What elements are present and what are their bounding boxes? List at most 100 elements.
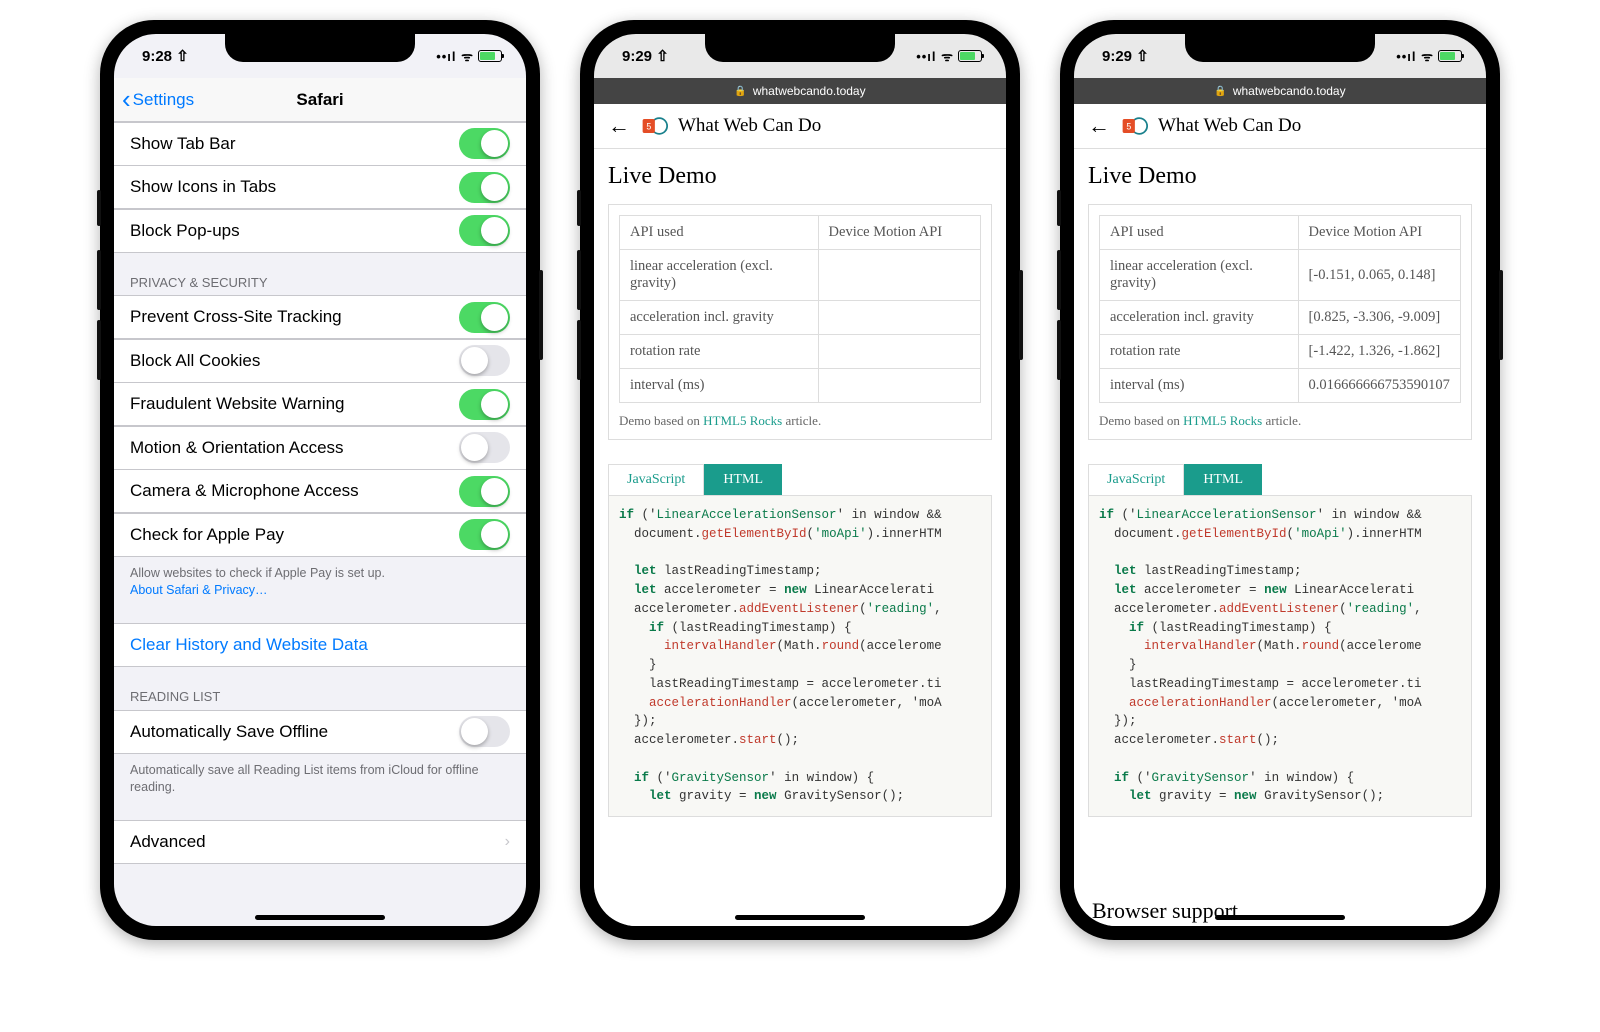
- status-time: 9:29 ⇧: [1102, 47, 1149, 65]
- toggle[interactable]: [459, 716, 510, 747]
- table-cell: [0.825, -3.306, -9.009]: [1298, 301, 1460, 335]
- mute-switch: [1057, 190, 1061, 226]
- settings-row[interactable]: Show Icons in Tabs: [114, 165, 526, 209]
- home-indicator[interactable]: [255, 915, 385, 920]
- status-icons: ••ıl ᯤ: [1396, 47, 1462, 65]
- table-cell: Device Motion API: [1298, 216, 1460, 250]
- toggle[interactable]: [459, 389, 510, 420]
- nav-bar: ‹ Settings Safari: [114, 78, 526, 122]
- table-cell: acceleration incl. gravity: [1100, 301, 1299, 335]
- lock-icon: 🔒: [734, 86, 746, 97]
- url-text: whatwebcando.today: [1233, 84, 1346, 98]
- code-tabs: JavaScript HTML: [1088, 464, 1472, 495]
- code-block: if ('LinearAccelerationSensor' in window…: [608, 495, 992, 817]
- svg-text:5: 5: [1126, 122, 1131, 132]
- page-body[interactable]: Live Demo API usedDevice Motion APIlinea…: [594, 149, 1006, 926]
- table-cell: rotation rate: [1100, 335, 1299, 369]
- settings-row[interactable]: Motion & Orientation Access: [114, 426, 526, 470]
- table-cell: [818, 301, 980, 335]
- status-icons: ••ıl ᯤ: [436, 47, 502, 65]
- toggle[interactable]: [459, 215, 510, 246]
- toggle[interactable]: [459, 476, 510, 507]
- url-bar[interactable]: 🔒 whatwebcando.today: [1074, 78, 1486, 104]
- table-cell: [818, 250, 980, 301]
- tab-html[interactable]: HTML: [1184, 464, 1262, 495]
- settings-row[interactable]: Camera & Microphone Access: [114, 469, 526, 513]
- clear-history-row[interactable]: Clear History and Website Data: [114, 623, 526, 667]
- tab-html[interactable]: HTML: [704, 464, 782, 495]
- toggle[interactable]: [459, 172, 510, 203]
- heading-live-demo: Live Demo: [1088, 163, 1472, 190]
- side-button: [1019, 270, 1023, 360]
- table-cell: [-1.422, 1.326, -1.862]: [1298, 335, 1460, 369]
- volume-down: [577, 320, 581, 380]
- volume-up: [577, 250, 581, 310]
- table-cell: [818, 335, 980, 369]
- demo-box: API usedDevice Motion APIlinear accelera…: [608, 204, 992, 440]
- row-label: Show Icons in Tabs: [130, 177, 276, 197]
- status-time: 9:29 ⇧: [622, 47, 669, 65]
- volume-up: [1057, 250, 1061, 310]
- settings-row[interactable]: Automatically Save Offline: [114, 710, 526, 754]
- volume-down: [97, 320, 101, 380]
- toggle[interactable]: [459, 432, 510, 463]
- toggle[interactable]: [459, 345, 510, 376]
- settings-list[interactable]: Show Tab Bar Show Icons in Tabs Block Pop-…: [114, 122, 526, 926]
- site-logo-icon: 5: [640, 112, 668, 140]
- settings-row[interactable]: Show Tab Bar: [114, 122, 526, 166]
- nav-back-button[interactable]: ‹ Settings: [114, 84, 194, 115]
- back-arrow-icon[interactable]: ←: [1088, 113, 1110, 139]
- url-bar[interactable]: 🔒 whatwebcando.today: [594, 78, 1006, 104]
- settings-row[interactable]: Block Pop-ups: [114, 209, 526, 253]
- site-header: ← 5 What Web Can Do: [1074, 104, 1486, 149]
- html5rocks-link[interactable]: HTML5 Rocks: [703, 413, 782, 428]
- group-header-reading: Reading List: [114, 667, 526, 710]
- html5rocks-link[interactable]: HTML5 Rocks: [1183, 413, 1262, 428]
- phone-frame-demo-allowed: 9:29 ⇧ ••ıl ᯤ 🔒 whatwebcando.today ← 5 W…: [1060, 20, 1500, 940]
- toggle[interactable]: [459, 302, 510, 333]
- table-cell: [818, 369, 980, 403]
- mute-switch: [577, 190, 581, 226]
- site-logo-icon: 5: [1120, 112, 1148, 140]
- back-arrow-icon[interactable]: ←: [608, 113, 630, 139]
- heading-live-demo: Live Demo: [608, 163, 992, 190]
- table-cell: rotation rate: [620, 335, 819, 369]
- table-cell: [-0.151, 0.065, 0.148]: [1298, 250, 1460, 301]
- home-indicator[interactable]: [1215, 915, 1345, 920]
- url-text: whatwebcando.today: [753, 84, 866, 98]
- table-cell: 0.016666666753590107: [1298, 369, 1460, 403]
- tab-javascript[interactable]: JavaScript: [1088, 464, 1184, 495]
- advanced-row[interactable]: Advanced ›: [114, 820, 526, 864]
- row-label: Check for Apple Pay: [130, 525, 284, 545]
- notch: [705, 34, 895, 62]
- settings-row[interactable]: Check for Apple Pay: [114, 513, 526, 557]
- table-cell: interval (ms): [620, 369, 819, 403]
- group-footer-reading: Automatically save all Reading List item…: [114, 754, 526, 803]
- row-label: Fraudulent Website Warning: [130, 394, 345, 414]
- table-cell: API used: [620, 216, 819, 250]
- toggle[interactable]: [459, 519, 510, 550]
- about-safari-privacy-link[interactable]: About Safari & Privacy…: [130, 583, 268, 597]
- home-indicator[interactable]: [735, 915, 865, 920]
- settings-row[interactable]: Block All Cookies: [114, 339, 526, 383]
- settings-row[interactable]: Prevent Cross-Site Tracking: [114, 295, 526, 339]
- table-cell: Device Motion API: [818, 216, 980, 250]
- table-cell: acceleration incl. gravity: [620, 301, 819, 335]
- heading-browser-support: Browser support: [1088, 898, 1238, 924]
- group-footer-privacy: Allow websites to check if Apple Pay is …: [114, 557, 526, 606]
- page-body[interactable]: Live Demo API usedDevice Motion APIlinea…: [1074, 149, 1486, 926]
- settings-row[interactable]: Fraudulent Website Warning: [114, 382, 526, 426]
- tab-javascript[interactable]: JavaScript: [608, 464, 704, 495]
- mute-switch: [97, 190, 101, 226]
- code-tabs: JavaScript HTML: [608, 464, 992, 495]
- side-button: [1499, 270, 1503, 360]
- demo-table: API usedDevice Motion APIlinear accelera…: [1099, 215, 1461, 403]
- status-icons: ••ıl ᯤ: [916, 47, 982, 65]
- volume-down: [1057, 320, 1061, 380]
- row-label: Block All Cookies: [130, 351, 260, 371]
- table-cell: linear acceleration (excl. gravity): [620, 250, 819, 301]
- table-cell: API used: [1100, 216, 1299, 250]
- row-label: Show Tab Bar: [130, 134, 236, 154]
- demo-footer: Demo based on HTML5 Rocks article.: [1099, 413, 1461, 429]
- toggle[interactable]: [459, 128, 510, 159]
